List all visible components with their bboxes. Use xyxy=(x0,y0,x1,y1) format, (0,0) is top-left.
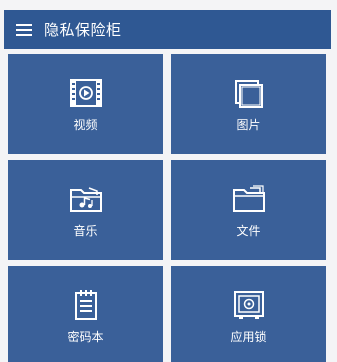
app-bar: 隐私保险柜 xyxy=(4,10,331,49)
tile-music-label: 音乐 xyxy=(73,224,98,238)
tile-app-lock-label: 应用锁 xyxy=(230,330,267,344)
music-folder-icon xyxy=(68,182,104,216)
pictures-icon xyxy=(231,76,267,110)
tile-music[interactable]: 音乐 xyxy=(8,160,163,260)
video-icon xyxy=(68,76,104,110)
tile-password-book[interactable]: 密码本 xyxy=(8,266,163,362)
tile-files[interactable]: 文件 xyxy=(171,160,326,260)
tile-pictures[interactable]: 图片 xyxy=(171,54,326,154)
tile-password-book-label: 密码本 xyxy=(67,330,104,344)
tile-video[interactable]: 视频 xyxy=(8,54,163,154)
folder-icon xyxy=(231,182,267,216)
safe-icon xyxy=(231,288,267,322)
tile-app-lock[interactable]: 应用锁 xyxy=(171,266,326,362)
menu-button[interactable] xyxy=(4,10,44,49)
notepad-icon xyxy=(68,288,104,322)
feature-grid: 视频 图片 音乐 文件 密码本 应用锁 xyxy=(4,54,333,362)
tile-video-label: 视频 xyxy=(73,118,98,132)
tile-files-label: 文件 xyxy=(236,224,261,238)
menu-icon xyxy=(16,23,32,37)
app-window: 隐私保险柜 视频 图片 音乐 文件 密码本 应用锁 xyxy=(0,0,337,362)
tile-pictures-label: 图片 xyxy=(236,118,261,132)
page-title: 隐私保险柜 xyxy=(44,21,122,39)
